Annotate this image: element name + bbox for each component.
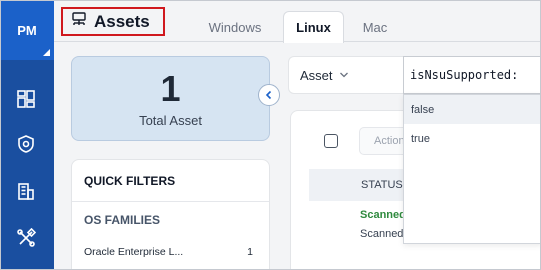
sidebar: PM bbox=[0, 0, 54, 270]
asset-type-select[interactable]: Asset bbox=[288, 56, 408, 94]
select-all-checkbox[interactable] bbox=[324, 134, 338, 148]
chevron-down-icon bbox=[339, 71, 349, 79]
asset-type-value: Asset bbox=[300, 67, 333, 83]
brand-label: PM bbox=[17, 22, 37, 38]
header-bar: Assets Windows Linux Mac bbox=[54, 0, 541, 43]
status-column-header[interactable]: STATUS bbox=[361, 179, 403, 191]
expand-corner-icon bbox=[43, 49, 50, 56]
chevron-left-icon bbox=[265, 90, 272, 100]
tools-icon[interactable] bbox=[13, 225, 39, 251]
collapse-panel-button[interactable] bbox=[258, 84, 280, 106]
divider bbox=[72, 201, 269, 202]
building-icon[interactable] bbox=[13, 178, 39, 204]
status-value: Scanned bbox=[360, 209, 406, 221]
filter-suggestions-dropdown: false true bbox=[403, 94, 541, 244]
quick-filters-panel: QUICK FILTERS OS FAMILIES Oracle Enterpr… bbox=[71, 159, 270, 270]
suggestion-false[interactable]: false bbox=[404, 95, 541, 124]
quick-filters-title: QUICK FILTERS bbox=[84, 174, 176, 188]
network-icon bbox=[71, 11, 87, 32]
status-subtext: Scanned bbox=[360, 228, 404, 240]
os-family-count: 1 bbox=[247, 246, 253, 258]
total-asset-card[interactable]: 1 Total Asset bbox=[71, 56, 270, 141]
suggestion-true[interactable]: true bbox=[404, 124, 541, 153]
tab-windows[interactable]: Windows bbox=[198, 11, 272, 43]
tab-linux[interactable]: Linux bbox=[283, 11, 344, 43]
os-family-item[interactable]: Oracle Enterprise L... bbox=[84, 246, 183, 258]
total-asset-count: 1 bbox=[160, 68, 181, 109]
search-filter-input[interactable] bbox=[403, 56, 541, 94]
dashboard-icon[interactable] bbox=[13, 86, 39, 112]
page-title: Assets bbox=[94, 11, 150, 31]
shield-icon[interactable] bbox=[13, 131, 39, 157]
page-title-box: Assets bbox=[61, 7, 165, 36]
total-asset-label: Total Asset bbox=[139, 113, 202, 128]
os-families-heading: OS FAMILIES bbox=[84, 213, 161, 227]
tab-mac[interactable]: Mac bbox=[352, 11, 398, 43]
brand-tile[interactable]: PM bbox=[0, 0, 54, 60]
